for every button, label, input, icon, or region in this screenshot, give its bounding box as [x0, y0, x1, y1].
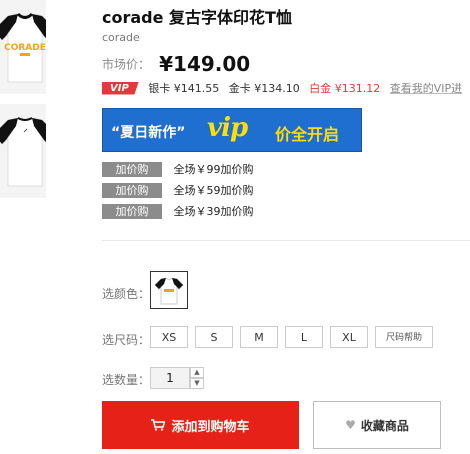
- quantity-decrease-button[interactable]: ▼: [190, 378, 204, 389]
- favorite-button[interactable]: ♥ 收藏商品: [313, 401, 441, 449]
- addon-text: 全场￥99加价购: [173, 163, 254, 176]
- banner-text-vip: vip: [207, 113, 248, 143]
- tshirt-front-image: CORADE: [0, 12, 46, 83]
- size-option-m[interactable]: M: [240, 326, 278, 348]
- market-price: ¥149.00: [159, 52, 251, 76]
- chevron-up-icon: ▲: [194, 368, 200, 376]
- color-option[interactable]: [150, 271, 188, 309]
- add-to-cart-label: 添加到购物车: [171, 419, 250, 435]
- quantity-input[interactable]: 1: [150, 367, 190, 389]
- price-label: 市场价：: [102, 57, 151, 72]
- size-help-button[interactable]: 尺码帮助: [375, 326, 433, 348]
- size-option-xs[interactable]: XS: [150, 326, 188, 348]
- favorite-label: 收藏商品: [360, 418, 409, 433]
- heart-icon: ♥: [345, 418, 356, 432]
- addon-tag: 加价购: [102, 203, 162, 219]
- banner-text-summer: “夏日新作”: [111, 125, 186, 141]
- quantity-increase-button[interactable]: ▲: [190, 367, 204, 378]
- size-option-s[interactable]: S: [195, 326, 233, 348]
- thumbnail-list: CORADE: [0, 0, 46, 198]
- addon-tag: 加价购: [102, 161, 162, 177]
- addon-text: 全场￥59加价购: [173, 184, 254, 197]
- addon-tag: 加价购: [102, 182, 162, 198]
- quantity-label: 选数量：: [102, 373, 151, 387]
- size-label: 选尺码：: [102, 333, 151, 347]
- section-divider: [102, 240, 470, 241]
- thumbnail-front[interactable]: CORADE: [0, 0, 46, 94]
- color-label: 选颜色：: [102, 287, 151, 301]
- addon-row[interactable]: 加价购 全场￥59加价购: [102, 182, 254, 198]
- size-option-xl[interactable]: XL: [330, 326, 368, 348]
- chevron-down-icon: ▼: [194, 379, 200, 387]
- platinum-price: 白金 ¥131.12: [309, 82, 381, 95]
- vip-price-row: VIP 银卡 ¥141.55 金卡 ¥134.10 白金 ¥131.12 查看我…: [102, 80, 470, 96]
- tshirt-back-image: [0, 117, 46, 187]
- svg-text:CORADE: CORADE: [4, 43, 46, 53]
- vip-badge: VIP: [102, 81, 139, 95]
- addon-row[interactable]: 加价购 全场￥39加价购: [102, 203, 254, 219]
- add-to-cart-button[interactable]: 添加到购物车: [102, 401, 299, 449]
- cart-icon: [151, 419, 166, 431]
- price-row: 市场价： ¥149.00: [102, 52, 250, 76]
- addon-row[interactable]: 加价购 全场￥99加价购: [102, 161, 254, 177]
- promo-banner[interactable]: “夏日新作” vip 价全开启: [102, 108, 362, 152]
- product-title: corade 复古字体印花T恤: [102, 8, 292, 27]
- product-brand: corade: [102, 31, 140, 44]
- thumbnail-back[interactable]: [0, 104, 46, 198]
- addon-text: 全场￥39加价购: [173, 205, 254, 218]
- banner-text-price: 价全开启: [275, 125, 340, 144]
- tshirt-swatch-icon: [154, 277, 184, 305]
- size-option-l[interactable]: L: [285, 326, 323, 348]
- gold-price: 金卡 ¥134.10: [228, 82, 300, 95]
- silver-price: 银卡 ¥141.55: [148, 82, 220, 95]
- view-vip-link[interactable]: 查看我的VIP进: [390, 82, 462, 95]
